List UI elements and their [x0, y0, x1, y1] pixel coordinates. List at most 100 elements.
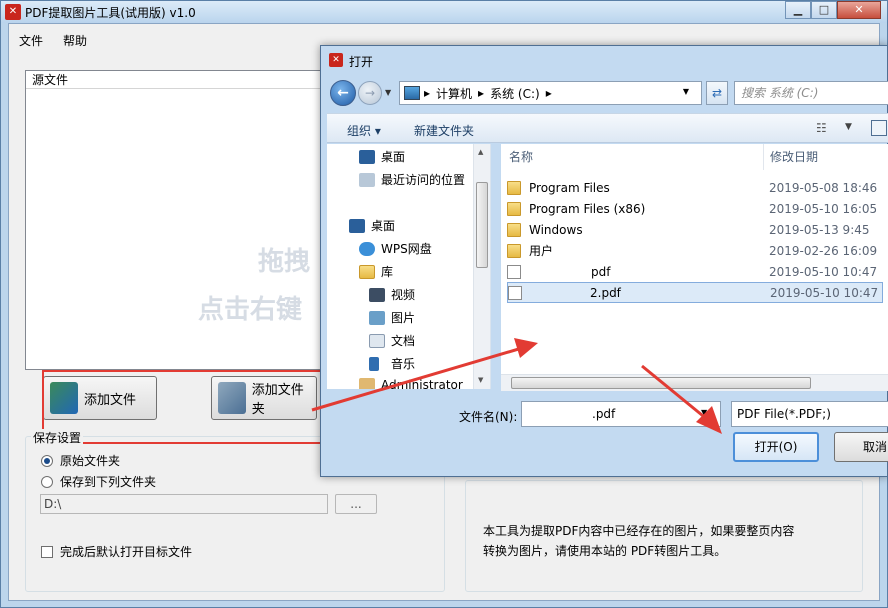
close-icon[interactable]: ✕: [837, 1, 881, 19]
minimize-icon[interactable]: ▁: [785, 1, 811, 19]
nav-item-wps-cloud[interactable]: WPS网盘: [359, 240, 432, 257]
nav-label: 库: [381, 265, 394, 279]
dialog-title: 打开: [349, 55, 374, 69]
nav-item-documents[interactable]: 文档: [369, 332, 415, 349]
nav-item-videos[interactable]: 视频: [369, 286, 415, 303]
nav-label: 音乐: [391, 357, 416, 371]
hscroll-thumb[interactable]: [511, 377, 811, 389]
nav-label: 图片: [391, 311, 416, 325]
nav-item-pictures[interactable]: 图片: [369, 309, 415, 326]
file-row[interactable]: Windows 2019-05-13 9:45: [507, 219, 883, 240]
info-line-2: 转换为图片，请使用本站的 PDF转图片工具。: [483, 544, 727, 558]
browse-button[interactable]: ...: [335, 494, 377, 514]
address-dropdown-icon[interactable]: ▼: [683, 87, 689, 96]
refresh-icon[interactable]: ⇄: [706, 81, 728, 105]
history-dropdown-icon[interactable]: ▼: [385, 88, 391, 97]
breadcrumb-drive-c[interactable]: 系统 (C:): [490, 85, 540, 102]
radio-original-label: 原始文件夹: [60, 454, 121, 468]
scroll-thumb[interactable]: [476, 182, 488, 268]
radio-custom-folder[interactable]: 保存到下列文件夹: [41, 473, 156, 490]
radio-selected-icon: [41, 454, 53, 467]
folder-icon: [507, 180, 521, 195]
nav-label: 视频: [391, 288, 416, 302]
radio-custom-label: 保存到下列文件夹: [60, 475, 157, 489]
view-options-icon[interactable]: ☷: [816, 121, 832, 135]
file-row[interactable]: Program Files (x86) 2019-05-10 16:05: [507, 198, 883, 219]
filename-dropdown-icon[interactable]: ▼: [701, 408, 707, 417]
nav-item-recent[interactable]: 最近访问的位置: [359, 171, 465, 188]
file-date: 2019-05-13 9:45: [769, 222, 870, 237]
dialog-app-icon: ✕: [329, 53, 343, 67]
source-file-list[interactable]: 源文件 拖拽 点击右键: [25, 70, 325, 370]
output-path-input[interactable]: D:\: [40, 494, 328, 514]
breadcrumb-computer[interactable]: 计算机: [436, 85, 472, 102]
nav-label: 桌面: [371, 219, 396, 233]
file-row[interactable]: 用户 2019-02-26 16:09: [507, 240, 883, 261]
folder-icon: [507, 201, 521, 216]
pdf-file-icon: [508, 285, 522, 300]
radio-original-folder[interactable]: 原始文件夹: [41, 452, 120, 469]
nav-item-libraries[interactable]: 库: [359, 263, 393, 280]
picture-icon: [369, 310, 385, 325]
open-button[interactable]: 打开(O): [733, 432, 819, 462]
nav-label: 最近访问的位置: [381, 173, 466, 187]
address-bar[interactable]: ▸ 计算机 ▸ 系统 (C:) ▸ ▼: [399, 81, 702, 105]
file-row-selected[interactable]: 2.pdf 2019-05-10 10:47: [507, 282, 883, 303]
document-icon: [369, 333, 385, 348]
column-separator[interactable]: [763, 144, 764, 170]
music-icon: [369, 356, 379, 371]
nav-item-desktop-fav[interactable]: 桌面: [359, 148, 405, 165]
file-date: 2019-05-10 10:47: [769, 264, 878, 279]
menu-help[interactable]: 帮助: [63, 32, 87, 49]
file-row[interactable]: Program Files 2019-05-08 18:46: [507, 177, 883, 198]
save-settings-legend: 保存设置: [31, 429, 84, 446]
maximize-icon[interactable]: □: [811, 1, 837, 19]
forward-arrow-icon[interactable]: →: [358, 81, 382, 105]
new-folder-button[interactable]: 新建文件夹: [414, 122, 474, 139]
search-input[interactable]: 搜索 系统 (C:): [734, 81, 888, 105]
menu-file[interactable]: 文件: [19, 32, 43, 49]
preview-pane-icon[interactable]: [871, 120, 887, 136]
file-row[interactable]: pdf 2019-05-10 10:47: [507, 261, 883, 282]
file-name: 2.pdf: [590, 285, 621, 300]
nav-label: 文档: [391, 334, 416, 348]
scroll-up-icon[interactable]: ▲: [478, 148, 483, 156]
open-after-checkbox[interactable]: 完成后默认打开目标文件: [41, 543, 192, 560]
folder-icon: [507, 243, 521, 258]
organize-menu[interactable]: 组织 ▾: [347, 122, 381, 139]
cancel-button[interactable]: 取消: [834, 432, 888, 462]
filetype-select[interactable]: PDF File(*.PDF;): [731, 401, 888, 427]
file-date: 2019-05-10 16:05: [769, 201, 878, 216]
file-name: Windows: [529, 222, 583, 237]
library-icon: [359, 264, 375, 279]
cloud-icon: [359, 241, 375, 256]
source-list-header: 源文件: [26, 71, 324, 89]
nav-item-desktop[interactable]: 桌面: [349, 217, 395, 234]
file-date: 2019-05-08 18:46: [769, 180, 878, 195]
view-dropdown-icon[interactable]: ▼: [845, 122, 852, 132]
highlight-box: [42, 370, 324, 444]
desktop-icon: [349, 218, 365, 233]
column-name[interactable]: 名称: [509, 144, 533, 170]
filename-input[interactable]: .pdf: [521, 401, 721, 427]
file-name: Program Files (x86): [529, 201, 646, 216]
computer-icon: [404, 86, 420, 100]
video-icon: [369, 287, 385, 302]
nav-item-administrator[interactable]: Administrator: [359, 378, 463, 389]
window-controls: ▁ □ ✕: [785, 1, 881, 19]
file-name: Program Files: [529, 180, 610, 195]
drag-hint-line1: 拖拽: [258, 247, 311, 277]
file-date: 2019-02-26 16:09: [769, 243, 878, 258]
nav-scrollbar[interactable]: ▲ ▼: [473, 144, 490, 389]
nav-label: WPS网盘: [381, 242, 432, 256]
nav-item-music[interactable]: 音乐: [369, 355, 415, 372]
file-date: 2019-05-10 10:47: [770, 285, 879, 300]
drag-hint-line2: 点击右键: [198, 295, 303, 325]
nav-label: Administrator: [381, 378, 463, 389]
file-hscrollbar[interactable]: [501, 374, 888, 391]
scroll-down-icon[interactable]: ▼: [478, 376, 483, 384]
file-name: 用户: [529, 244, 554, 258]
back-arrow-icon[interactable]: ←: [330, 80, 356, 106]
column-modified[interactable]: 修改日期: [770, 144, 818, 170]
radio-unselected-icon: [41, 475, 53, 488]
